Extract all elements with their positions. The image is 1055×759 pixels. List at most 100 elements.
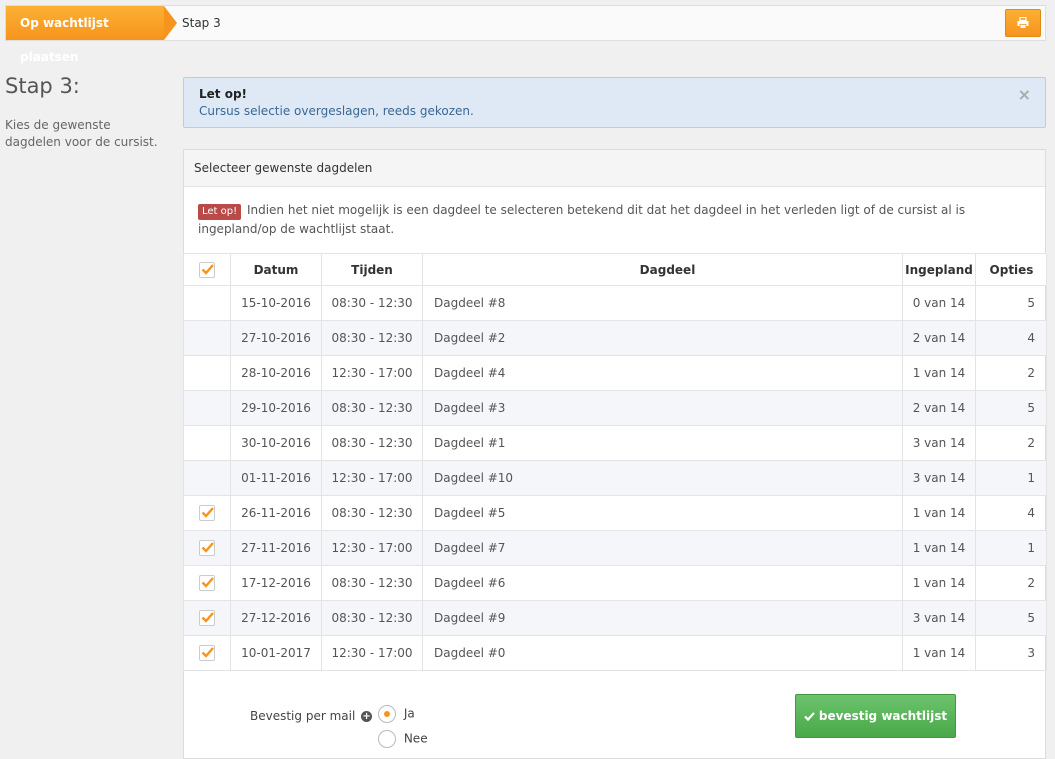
cell-daypart: Dagdeel #4 [422,355,903,391]
table-row[interactable]: 01-11-2016 12:30 - 17:00 Dagdeel #10 3 van … [183,460,1047,496]
radio-option-no[interactable]: Nee [378,730,428,748]
column-header-options[interactable]: Opties [975,253,1047,286]
cell-planned: 1 van 14 [902,355,976,391]
table-row[interactable]: 28-10-2016 12:30 - 17:00 Dagdeel #4 1 van 1… [183,355,1047,391]
cell-options: 4 [975,320,1047,356]
cell-date: 15-10-2016 [230,285,322,321]
cell-date: 27-11-2016 [230,530,322,566]
cell-time: 08:30 - 12:30 [321,285,423,321]
cell-daypart: Dagdeel #6 [422,565,903,601]
cell-planned: 2 van 14 [902,320,976,356]
info-alert: Let op! Cursus selectie overgeslagen, re… [183,77,1046,128]
radio-option-yes[interactable]: Ja [378,705,415,723]
row-checkbox[interactable] [199,540,215,556]
cell-time: 08:30 - 12:30 [321,600,423,636]
cell-daypart: Dagdeel #0 [422,635,903,671]
radio-no[interactable] [378,730,396,748]
step-title: Stap 3: [5,74,80,98]
close-icon[interactable]: × [1018,85,1031,104]
cell-date: 30-10-2016 [230,425,322,461]
cell-time: 08:30 - 12:30 [321,495,423,531]
plus-circle-icon[interactable]: + [361,711,373,722]
select-all-checkbox[interactable] [199,261,215,278]
cell-planned: 2 van 14 [902,390,976,426]
row-checkbox[interactable] [199,610,215,626]
table-row[interactable]: 30-10-2016 08:30 - 12:30 Dagdeel #1 3 van 1… [183,425,1047,461]
print-button[interactable] [1005,9,1041,37]
cell-daypart: Dagdeel #2 [422,320,903,356]
radio-no-label: Nee [403,731,428,746]
cell-time: 08:30 - 12:30 [321,565,423,601]
table-row[interactable]: 27-11-2016 12:30 - 17:00 Dagdeel #7 1 van 1… [183,530,1047,566]
confirm-mail-text: Bevestig per mail [250,709,356,723]
table-header-row: Datum Tijden Dagdeel Ingepland Opties [183,253,1047,286]
cell-date: 01-11-2016 [230,460,322,496]
cell-options: 2 [975,565,1047,601]
check-icon [201,647,214,658]
cell-date: 27-12-2016 [230,600,322,636]
row-checkbox[interactable] [199,645,215,661]
cell-date: 28-10-2016 [230,355,322,391]
cell-planned: 3 van 14 [902,600,976,636]
cell-options: 2 [975,425,1047,461]
cell-daypart: Dagdeel #3 [422,390,903,426]
cell-options: 5 [975,600,1047,636]
breadcrumb-arrow [164,6,177,40]
print-icon [1017,17,1029,29]
cell-daypart: Dagdeel #8 [422,285,903,321]
cell-options: 5 [975,390,1047,426]
cell-options: 1 [975,460,1047,496]
table-row[interactable]: 26-11-2016 08:30 - 12:30 Dagdeel #5 1 van 1… [183,495,1047,531]
column-header-time[interactable]: Tijden [321,253,423,286]
row-select-cell [183,565,231,601]
row-select-cell [183,530,231,566]
row-select-cell [183,390,231,426]
breadcrumb-active-step[interactable]: Op wachtlijst plaatsen [6,6,164,64]
radio-yes[interactable] [378,705,396,723]
cell-time: 12:30 - 17:00 [321,460,423,496]
dayparts-table: Datum Tijden Dagdeel Ingepland Opties 15… [183,253,1047,671]
warning-badge: Let op! [198,204,242,220]
check-icon [201,507,214,518]
alert-title: Let op! [199,87,248,101]
table-row[interactable]: 15-10-2016 08:30 - 12:30 Dagdeel #8 0 van 1… [183,285,1047,321]
cell-planned: 1 van 14 [902,635,976,671]
cell-date: 17-12-2016 [230,565,322,601]
cell-date: 10-01-2017 [230,635,322,671]
check-icon [201,542,214,553]
cell-planned: 3 van 14 [902,425,976,461]
confirm-mail-label: Bevestig per mail + [250,709,373,723]
alert-text: Cursus selectie overgeslagen, reeds geko… [199,104,474,118]
table-row[interactable]: 10-01-2017 12:30 - 17:00 Dagdeel #0 1 van 1… [183,635,1047,671]
cell-options: 2 [975,355,1047,391]
cell-options: 4 [975,495,1047,531]
breadcrumb-current-step: Stap 3 [182,16,221,30]
cell-planned: 0 van 14 [902,285,976,321]
breadcrumb: Op wachtlijst plaatsen Stap 3 [5,5,1046,64]
cell-daypart: Dagdeel #10 [422,460,903,496]
cell-options: 1 [975,530,1047,566]
table-row[interactable]: 17-12-2016 08:30 - 12:30 Dagdeel #6 1 van 1… [183,565,1047,601]
row-select-cell [183,285,231,321]
selection-panel: Selecteer gewenste dagdelen Let op! Indi… [183,149,1047,759]
table-row[interactable]: 27-10-2016 08:30 - 12:30 Dagdeel #2 2 van 1… [183,320,1047,356]
notice: Let op! Indien het niet mogelijk is een … [184,187,1045,253]
cell-daypart: Dagdeel #1 [422,425,903,461]
check-icon [201,577,214,588]
cell-daypart: Dagdeel #9 [422,600,903,636]
step-description: Kies de gewenste dagdelen voor de cursis… [5,118,158,149]
row-checkbox[interactable] [199,575,215,591]
cell-date: 27-10-2016 [230,320,322,356]
row-select-cell [183,460,231,496]
table-row[interactable]: 27-12-2016 08:30 - 12:30 Dagdeel #9 3 van 1… [183,600,1047,636]
confirm-waitlist-button[interactable]: bevestig wachtlijst [795,694,956,738]
check-icon [804,711,815,721]
column-header-date[interactable]: Datum [230,253,322,286]
row-checkbox[interactable] [199,505,215,521]
column-header-planned[interactable]: Ingepland [902,253,976,286]
table-row[interactable]: 29-10-2016 08:30 - 12:30 Dagdeel #3 2 van 1… [183,390,1047,426]
row-select-cell [183,635,231,671]
column-header-daypart[interactable]: Dagdeel [422,253,903,286]
confirm-waitlist-label: bevestig wachtlijst [818,709,948,723]
cell-planned: 1 van 14 [902,495,976,531]
